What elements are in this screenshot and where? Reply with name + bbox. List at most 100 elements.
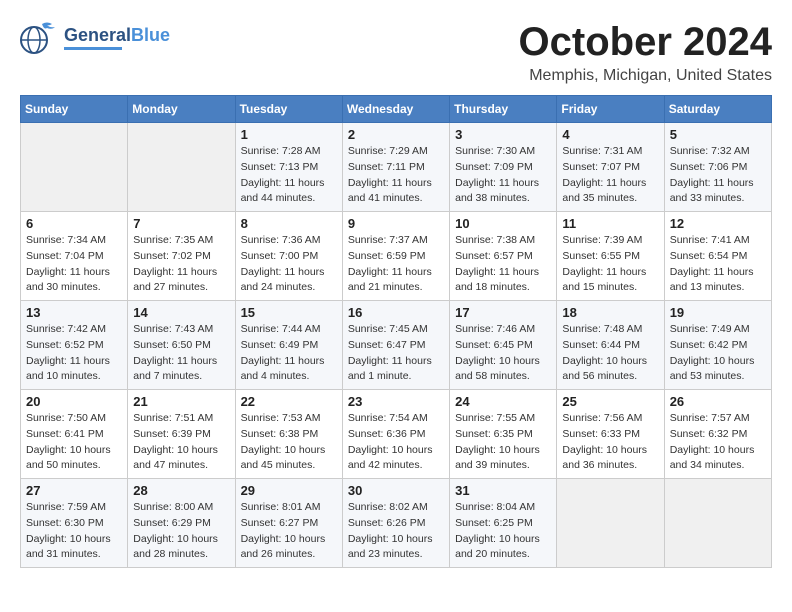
day-info: Sunrise: 7:44 AMSunset: 6:49 PMDaylight:… — [241, 322, 337, 385]
day-number: 6 — [26, 216, 122, 231]
day-info: Sunrise: 7:46 AMSunset: 6:45 PMDaylight:… — [455, 322, 551, 385]
calendar-cell-w4-d3: 22Sunrise: 7:53 AMSunset: 6:38 PMDayligh… — [235, 390, 342, 479]
calendar-cell-w5-d1: 27Sunrise: 7:59 AMSunset: 6:30 PMDayligh… — [21, 479, 128, 568]
col-saturday: Saturday — [664, 96, 771, 123]
calendar-cell-w4-d6: 25Sunrise: 7:56 AMSunset: 6:33 PMDayligh… — [557, 390, 664, 479]
day-info: Sunrise: 7:34 AMSunset: 7:04 PMDaylight:… — [26, 233, 122, 296]
calendar-cell-w2-d6: 11 Sunrise: 7:39 AMSunset: 6:55 PMDayligh… — [557, 212, 664, 301]
day-info: Sunrise: 7:43 AMSunset: 6:50 PMDaylight:… — [133, 322, 229, 385]
day-info: Sunrise: 7:50 AMSunset: 6:41 PMDaylight:… — [26, 411, 122, 474]
day-number: 14 — [133, 305, 229, 320]
calendar-cell-w1-d4: 2 Sunrise: 7:29 AMSunset: 7:11 PMDaylight… — [342, 123, 449, 212]
calendar-table: Sunday Monday Tuesday Wednesday Thursday… — [20, 95, 772, 568]
day-number: 23 — [348, 394, 444, 409]
day-info: Sunrise: 8:01 AMSunset: 6:27 PMDaylight:… — [241, 500, 337, 563]
calendar-cell-w5-d4: 30 Sunrise: 8:02 AMSunset: 6:26 PMDayligh… — [342, 479, 449, 568]
calendar-cell-w4-d4: 23 Sunrise: 7:54 AMSunset: 6:36 PMDayligh… — [342, 390, 449, 479]
calendar-week-3: 13 Sunrise: 7:42 AMSunset: 6:52 PMDayligh… — [21, 301, 772, 390]
calendar-week-2: 6 Sunrise: 7:34 AMSunset: 7:04 PMDaylight… — [21, 212, 772, 301]
col-thursday: Thursday — [450, 96, 557, 123]
day-info: Sunrise: 8:04 AMSunset: 6:25 PMDaylight:… — [455, 500, 551, 563]
calendar-cell-w3-d2: 14 Sunrise: 7:43 AMSunset: 6:50 PMDayligh… — [128, 301, 235, 390]
day-info: Sunrise: 7:31 AMSunset: 7:07 PMDaylight:… — [562, 144, 658, 207]
day-number: 15 — [241, 305, 337, 320]
day-info: Sunrise: 7:42 AMSunset: 6:52 PMDaylight:… — [26, 322, 122, 385]
col-friday: Friday — [557, 96, 664, 123]
day-number: 11 — [562, 216, 658, 231]
calendar-cell-w5-d2: 28 Sunrise: 8:00 AMSunset: 6:29 PMDayligh… — [128, 479, 235, 568]
day-info: Sunrise: 7:35 AMSunset: 7:02 PMDaylight:… — [133, 233, 229, 296]
calendar-cell-w3-d7: 19Sunrise: 7:49 AMSunset: 6:42 PMDayligh… — [664, 301, 771, 390]
day-info: Sunrise: 7:55 AMSunset: 6:35 PMDaylight:… — [455, 411, 551, 474]
calendar-cell-w3-d3: 15 Sunrise: 7:44 AMSunset: 6:49 PMDayligh… — [235, 301, 342, 390]
day-info: Sunrise: 7:48 AMSunset: 6:44 PMDaylight:… — [562, 322, 658, 385]
day-info: Sunrise: 7:54 AMSunset: 6:36 PMDaylight:… — [348, 411, 444, 474]
day-info: Sunrise: 7:56 AMSunset: 6:33 PMDaylight:… — [562, 411, 658, 474]
calendar-cell-w4-d1: 20 Sunrise: 7:50 AMSunset: 6:41 PMDayligh… — [21, 390, 128, 479]
day-number: 8 — [241, 216, 337, 231]
day-number: 5 — [670, 127, 766, 142]
calendar-cell-w4-d5: 24 Sunrise: 7:55 AMSunset: 6:35 PMDayligh… — [450, 390, 557, 479]
day-info: Sunrise: 7:57 AMSunset: 6:32 PMDaylight:… — [670, 411, 766, 474]
calendar-cell-w1-d1 — [21, 123, 128, 212]
day-info: Sunrise: 7:37 AMSunset: 6:59 PMDaylight:… — [348, 233, 444, 296]
calendar-cell-w5-d3: 29 Sunrise: 8:01 AMSunset: 6:27 PMDayligh… — [235, 479, 342, 568]
logo-general: General — [64, 25, 131, 45]
day-info: Sunrise: 7:59 AMSunset: 6:30 PMDaylight:… — [26, 500, 122, 563]
day-number: 29 — [241, 483, 337, 498]
day-info: Sunrise: 7:41 AMSunset: 6:54 PMDaylight:… — [670, 233, 766, 296]
day-number: 30 — [348, 483, 444, 498]
day-number: 2 — [348, 127, 444, 142]
calendar-header-row: Sunday Monday Tuesday Wednesday Thursday… — [21, 96, 772, 123]
title-area: October 2024 Memphis, Michigan, United S… — [519, 20, 772, 85]
day-info: Sunrise: 8:00 AMSunset: 6:29 PMDaylight:… — [133, 500, 229, 563]
day-number: 1 — [241, 127, 337, 142]
calendar-cell-w1-d7: 5 Sunrise: 7:32 AMSunset: 7:06 PMDaylight… — [664, 123, 771, 212]
day-info: Sunrise: 7:39 AMSunset: 6:55 PMDaylight:… — [562, 233, 658, 296]
calendar-cell-w1-d5: 3 Sunrise: 7:30 AMSunset: 7:09 PMDaylight… — [450, 123, 557, 212]
day-info: Sunrise: 7:29 AMSunset: 7:11 PMDaylight:… — [348, 144, 444, 207]
day-info: Sunrise: 7:30 AMSunset: 7:09 PMDaylight:… — [455, 144, 551, 207]
day-info: Sunrise: 7:36 AMSunset: 7:00 PMDaylight:… — [241, 233, 337, 296]
day-number: 28 — [133, 483, 229, 498]
day-info: Sunrise: 8:02 AMSunset: 6:26 PMDaylight:… — [348, 500, 444, 563]
day-info: Sunrise: 7:38 AMSunset: 6:57 PMDaylight:… — [455, 233, 551, 296]
day-number: 21 — [133, 394, 229, 409]
logo: GeneralBlue — [20, 20, 170, 56]
day-number: 13 — [26, 305, 122, 320]
day-number: 9 — [348, 216, 444, 231]
day-info: Sunrise: 7:51 AMSunset: 6:39 PMDaylight:… — [133, 411, 229, 474]
day-number: 20 — [26, 394, 122, 409]
day-info: Sunrise: 7:45 AMSunset: 6:47 PMDaylight:… — [348, 322, 444, 385]
day-number: 18 — [562, 305, 658, 320]
day-info: Sunrise: 7:49 AMSunset: 6:42 PMDaylight:… — [670, 322, 766, 385]
day-number: 3 — [455, 127, 551, 142]
calendar-cell-w3-d1: 13 Sunrise: 7:42 AMSunset: 6:52 PMDayligh… — [21, 301, 128, 390]
col-wednesday: Wednesday — [342, 96, 449, 123]
calendar-cell-w4-d2: 21 Sunrise: 7:51 AMSunset: 6:39 PMDayligh… — [128, 390, 235, 479]
calendar-cell-w2-d5: 10Sunrise: 7:38 AMSunset: 6:57 PMDayligh… — [450, 212, 557, 301]
month-title: October 2024 — [519, 20, 772, 65]
day-number: 4 — [562, 127, 658, 142]
col-sunday: Sunday — [21, 96, 128, 123]
day-info: Sunrise: 7:28 AMSunset: 7:13 PMDaylight:… — [241, 144, 337, 207]
day-number: 24 — [455, 394, 551, 409]
calendar-cell-w5-d5: 31Sunrise: 8:04 AMSunset: 6:25 PMDayligh… — [450, 479, 557, 568]
calendar-cell-w3-d5: 17 Sunrise: 7:46 AMSunset: 6:45 PMDayligh… — [450, 301, 557, 390]
location: Memphis, Michigan, United States — [519, 67, 772, 85]
day-number: 7 — [133, 216, 229, 231]
calendar-week-4: 20 Sunrise: 7:50 AMSunset: 6:41 PMDayligh… — [21, 390, 772, 479]
calendar-cell-w2-d1: 6 Sunrise: 7:34 AMSunset: 7:04 PMDaylight… — [21, 212, 128, 301]
day-number: 17 — [455, 305, 551, 320]
calendar-cell-w3-d6: 18 Sunrise: 7:48 AMSunset: 6:44 PMDayligh… — [557, 301, 664, 390]
day-info: Sunrise: 7:32 AMSunset: 7:06 PMDaylight:… — [670, 144, 766, 207]
day-number: 12 — [670, 216, 766, 231]
day-number: 16 — [348, 305, 444, 320]
calendar-cell-w1-d6: 4 Sunrise: 7:31 AMSunset: 7:07 PMDaylight… — [557, 123, 664, 212]
calendar-cell-w2-d7: 12 Sunrise: 7:41 AMSunset: 6:54 PMDayligh… — [664, 212, 771, 301]
col-monday: Monday — [128, 96, 235, 123]
calendar-cell-w2-d3: 8 Sunrise: 7:36 AMSunset: 7:00 PMDaylight… — [235, 212, 342, 301]
day-number: 26 — [670, 394, 766, 409]
calendar-cell-w4-d7: 26 Sunrise: 7:57 AMSunset: 6:32 PMDayligh… — [664, 390, 771, 479]
calendar-cell-w1-d2 — [128, 123, 235, 212]
